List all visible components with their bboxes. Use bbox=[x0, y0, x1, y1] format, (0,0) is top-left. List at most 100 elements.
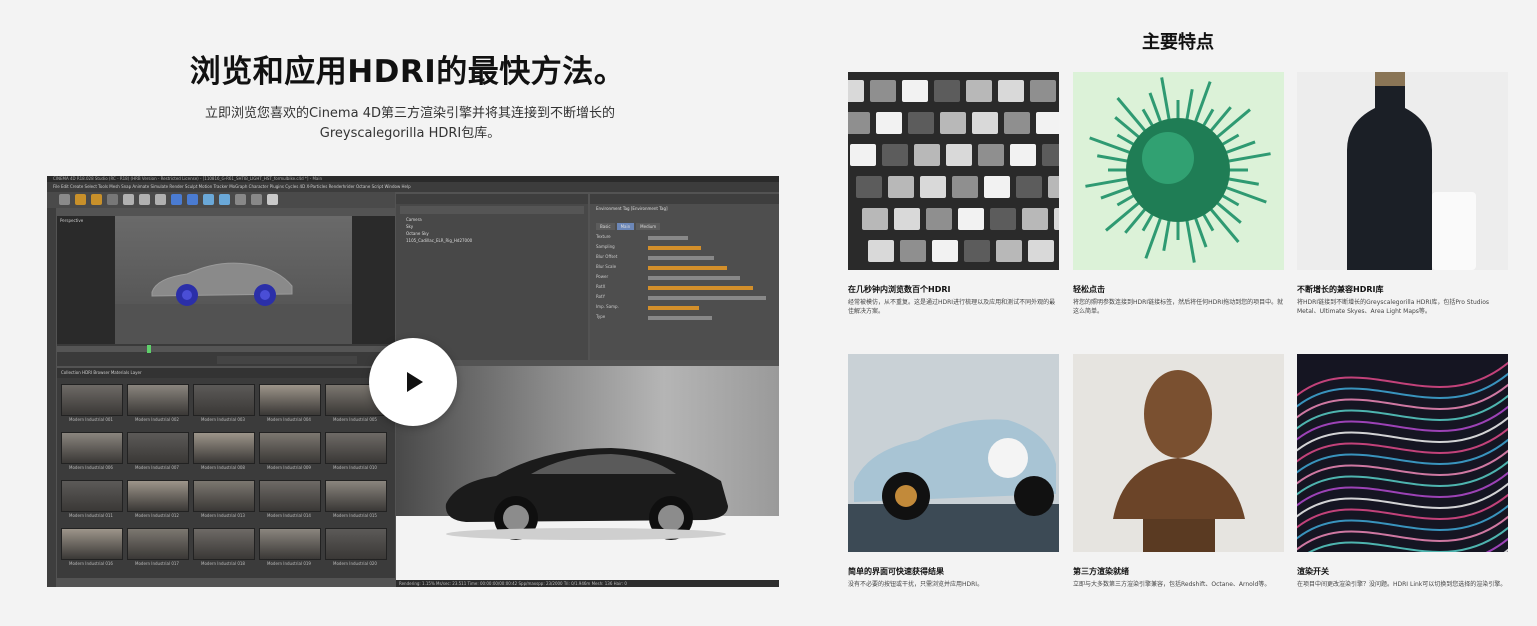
attr-row: Power bbox=[590, 274, 779, 282]
hdri-thumbnail[interactable] bbox=[61, 528, 123, 560]
attr-row-label: Type bbox=[596, 314, 606, 319]
toolbar-tool-icon[interactable] bbox=[75, 194, 86, 205]
toolbar-tool-icon[interactable] bbox=[139, 194, 150, 205]
hdri-thumbnail[interactable] bbox=[259, 480, 321, 512]
attr-row-slider[interactable] bbox=[648, 306, 699, 310]
hdri-thumbnail[interactable] bbox=[127, 432, 189, 464]
object-list-item[interactable]: 1105_Cadillac_ELR_Rig_Hd27000 bbox=[396, 237, 588, 244]
attr-row-slider[interactable] bbox=[648, 266, 727, 270]
hdri-thumbnail[interactable] bbox=[193, 528, 255, 560]
attr-tabs: Basic Main Medium bbox=[590, 213, 779, 232]
object-list-item[interactable]: Octane Sky bbox=[396, 230, 588, 237]
hdri-thumbnail-label: Modern Industrial 009 bbox=[267, 465, 311, 470]
hdri-thumbnail-label: Modern Industrial 008 bbox=[201, 465, 245, 470]
attr-row-slider[interactable] bbox=[648, 246, 701, 250]
toolbar-tool-icon[interactable] bbox=[219, 194, 230, 205]
hdri-thumbnail[interactable] bbox=[127, 384, 189, 416]
hdri-thumbnail-label: Modern Industrial 001 bbox=[69, 417, 113, 422]
hdri-thumbnail-label: Modern Industrial 016 bbox=[69, 561, 113, 566]
c4d-timeline[interactable] bbox=[57, 344, 395, 366]
hdri-thumbnail-label: Modern Industrial 003 bbox=[201, 417, 245, 422]
hdri-thumbnail[interactable] bbox=[193, 384, 255, 416]
attr-row-label: Sampling bbox=[596, 244, 615, 249]
hdri-thumbnails-image bbox=[848, 72, 1059, 270]
feature-description: 将您的照明参数连接到HDRI链接标签，然后将任何HDRI拖动到您的项目中。就这么… bbox=[1073, 299, 1284, 315]
attr-row: Type bbox=[590, 314, 779, 322]
attr-row: Blur Offset bbox=[590, 254, 779, 262]
hdri-thumbnail-label: Modern Industrial 019 bbox=[267, 561, 311, 566]
toolbar-tool-icon[interactable] bbox=[251, 194, 262, 205]
hdri-thumbnail[interactable] bbox=[127, 528, 189, 560]
attr-tab[interactable]: Medium bbox=[636, 223, 661, 230]
attr-row-slider[interactable] bbox=[648, 286, 753, 290]
bronze-bust-image bbox=[1073, 354, 1284, 552]
attr-rows: Texture Sampling Blur Offset Blur Scale Powe… bbox=[590, 234, 779, 322]
toolbar-tool-icon[interactable] bbox=[203, 194, 214, 205]
hdri-thumbnail[interactable] bbox=[325, 528, 387, 560]
hdri-thumbnail[interactable] bbox=[259, 432, 321, 464]
glass-virus-sculpture-image bbox=[1073, 72, 1284, 270]
hdri-thumbnail[interactable] bbox=[193, 432, 255, 464]
coffee-bottle-image bbox=[1297, 72, 1508, 270]
feature-name: 渲染开关 bbox=[1297, 567, 1329, 576]
c4d-attribute-manager: Environment Tag [Environment Tag] Basic M… bbox=[590, 194, 779, 360]
attr-row-slider[interactable] bbox=[648, 296, 766, 300]
attr-row-slider[interactable] bbox=[648, 316, 712, 320]
attr-row: RotY bbox=[590, 294, 779, 302]
toolbar-tool-icon[interactable] bbox=[123, 194, 134, 205]
feature-description: 立即与大多数第三方渲染引擎兼容，包括Redshift、Octane、Arnold… bbox=[1073, 581, 1271, 588]
toolbar-tool-icon[interactable] bbox=[235, 194, 246, 205]
hdri-thumbnail[interactable] bbox=[259, 384, 321, 416]
feature-name: 简单的界面可快速获得结果 bbox=[848, 567, 944, 576]
car-model-wireframe bbox=[151, 262, 293, 306]
attr-row-label: Blur Offset bbox=[596, 254, 618, 259]
hero-description-line1: 立即浏览您喜欢的Cinema 4D第三方渲染引擎并将其连接到不断增长的 bbox=[205, 106, 615, 121]
attr-row-label: Blur Scale bbox=[596, 264, 617, 269]
hdri-thumbnail[interactable] bbox=[61, 384, 123, 416]
feature-description: 将HDRI链接到不断增长的Greyscalegorilla HDRI库，包括Pr… bbox=[1297, 299, 1490, 315]
object-list-item[interactable]: Camera bbox=[396, 216, 588, 223]
hdri-thumbnail[interactable] bbox=[61, 432, 123, 464]
toolbar-tool-icon[interactable] bbox=[91, 194, 102, 205]
attr-tab[interactable]: Main bbox=[616, 223, 635, 230]
coffee-bottle-image-art bbox=[1297, 72, 1508, 270]
viewport-label: Perspective bbox=[60, 218, 84, 223]
object-list-item[interactable]: Sky bbox=[396, 223, 588, 230]
hdri-thumbnail[interactable] bbox=[325, 480, 387, 512]
hdri-thumbnail[interactable] bbox=[259, 528, 321, 560]
attr-row-slider[interactable] bbox=[648, 276, 740, 280]
hdri-thumbnail[interactable] bbox=[193, 480, 255, 512]
hdri-thumbnail[interactable] bbox=[325, 432, 387, 464]
render-status-bar: Rendering: 1.15% Ms/sec: 23.511 Time: 00… bbox=[396, 580, 779, 587]
toolbar-tool-icon[interactable] bbox=[267, 194, 278, 205]
hdri-thumbnail-label: Modern Industrial 002 bbox=[135, 417, 179, 422]
attr-row: Imp. Samp. bbox=[590, 304, 779, 312]
attr-row: Blur Scale bbox=[590, 264, 779, 272]
attr-row-slider[interactable] bbox=[648, 256, 714, 260]
toolbar-tool-icon[interactable] bbox=[107, 194, 118, 205]
attr-row-label: Texture bbox=[596, 234, 611, 239]
feature-name: 轻松点击 bbox=[1073, 285, 1105, 294]
hdri-thumbnail-label: Modern Industrial 013 bbox=[201, 513, 245, 518]
hdri-thumbnail-label: Modern Industrial 014 bbox=[267, 513, 311, 518]
attr-tag-title: Environment Tag [Environment Tag] bbox=[596, 206, 668, 211]
toolbar-tool-icon[interactable] bbox=[171, 194, 182, 205]
hdri-thumbnail[interactable] bbox=[61, 480, 123, 512]
race-car-image-art bbox=[848, 354, 1059, 552]
attr-row-slider[interactable] bbox=[648, 236, 688, 240]
hdri-browser-panel: Collection HDRI Browser Materials Layer … bbox=[57, 368, 395, 578]
race-car-image bbox=[848, 354, 1059, 552]
toolbar-tool-icon[interactable] bbox=[59, 194, 70, 205]
hdri-thumbnail-label: Modern Industrial 004 bbox=[267, 417, 311, 422]
toolbar-tool-icon[interactable] bbox=[155, 194, 166, 205]
hdri-thumbnail-label: Modern Industrial 015 bbox=[333, 513, 377, 518]
features-title: 主要特点 bbox=[1142, 32, 1214, 53]
play-button[interactable] bbox=[369, 338, 457, 426]
attr-tab[interactable]: Basic bbox=[596, 223, 615, 230]
attr-row: RotX bbox=[590, 284, 779, 292]
attr-row-label: RotY bbox=[596, 294, 606, 299]
toolbar-tool-icon[interactable] bbox=[187, 194, 198, 205]
hdri-thumbnail[interactable] bbox=[127, 480, 189, 512]
feature-name: 第三方渲染就绪 bbox=[1073, 567, 1129, 576]
video-player[interactable]: CINEMA 4D R18.028 Studio (RC - R18) (HRB… bbox=[47, 176, 779, 587]
